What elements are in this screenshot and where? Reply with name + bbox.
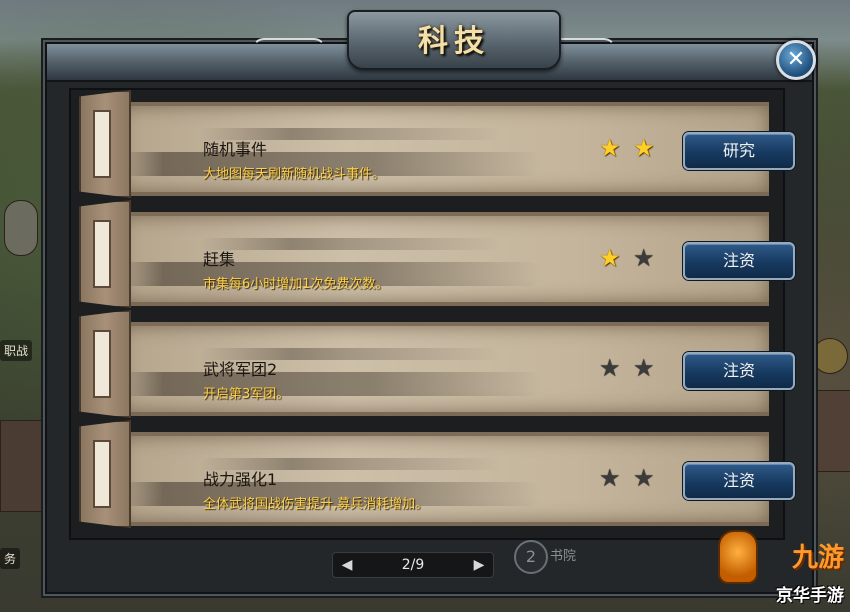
bg-roof-right (815, 390, 850, 472)
star-icon: ★ (633, 244, 655, 272)
tech-item-power: 战力强化1 全体武将国战伤害提升,募兵消耗增加。 ★ ★ 注资 (71, 420, 795, 528)
bg-label-left-bottom: 务 (0, 548, 21, 569)
invest-button[interactable]: 注资 (683, 462, 795, 500)
scroll-slot (93, 220, 111, 288)
scroll-tab (79, 420, 131, 528)
item-name: 随机事件 (203, 140, 268, 159)
star-icon: ★ (599, 244, 621, 272)
item-card: 赶集 市集每6小时增加1次免费次数。 ★ ★ 注资 (121, 212, 795, 306)
item-desc: 开启第3军团。 (203, 387, 290, 402)
item-card: 战力强化1 全体武将国战伤害提升,募兵消耗增加。 ★ ★ 注资 (121, 432, 795, 526)
prev-page-button[interactable]: ◀ (335, 553, 359, 577)
bg-label-left: 职战 (0, 340, 33, 361)
scroll-tab (79, 90, 131, 198)
star-icon: ★ (599, 134, 621, 162)
star-icon: ★ (633, 134, 655, 162)
close-button[interactable]: ✕ (776, 40, 816, 80)
item-card: 随机事件 大地图每天刷新随机战斗事件。 ★ ★ 研究 (121, 102, 795, 196)
tech-panel: 科技 ✕ 随机事件 大地图每天刷新随机战斗事件。 ★ ★ 研究 赶集 市集每6小… (45, 10, 816, 594)
ink-decor (201, 238, 501, 250)
item-name: 武将军团2 (203, 360, 278, 379)
scroll-slot (93, 110, 111, 178)
watermark-text: 京华手游 (776, 586, 844, 606)
page-title: 科技 (418, 24, 490, 59)
invest-button[interactable]: 注资 (683, 242, 795, 280)
scroll-slot (93, 440, 111, 508)
tech-item-random-event: 随机事件 大地图每天刷新随机战斗事件。 ★ ★ 研究 (71, 90, 795, 198)
pager: ◀ 2/9 ▶ (332, 552, 494, 578)
item-desc: 市集每6小时增加1次免费次数。 (203, 277, 389, 292)
panel-header: 科技 ✕ (47, 10, 816, 82)
shuyuan-label: 书院 (550, 549, 577, 564)
bg-roof-left (0, 420, 46, 512)
ornament-left (252, 38, 326, 66)
invest-button[interactable]: 注资 (683, 352, 795, 390)
star-icon: ★ (599, 354, 621, 382)
tech-item-market: 赶集 市集每6小时增加1次免费次数。 ★ ★ 注资 (71, 200, 795, 308)
scroll-tab (79, 310, 131, 418)
item-name: 战力强化1 (203, 470, 278, 489)
shuyuan-badge: 2 (514, 540, 548, 574)
tech-item-legion: 武将军团2 开启第3军团。 ★ ★ 注资 (71, 310, 795, 418)
next-page-button[interactable]: ▶ (467, 553, 491, 577)
bg-coin-right (812, 338, 848, 374)
star-icon: ★ (633, 464, 655, 492)
page-indicator: 2/9 (401, 557, 425, 573)
star-icon: ★ (633, 354, 655, 382)
scroll-tab (79, 200, 131, 308)
item-card: 武将军团2 开启第3军团。 ★ ★ 注资 (121, 322, 795, 416)
item-desc: 全体武将国战伤害提升,募兵消耗增加。 (203, 497, 429, 512)
scroll-slot (93, 330, 111, 398)
watermark-logo: 九游 (791, 543, 844, 573)
title-plate: 科技 (347, 10, 561, 70)
tech-list: 随机事件 大地图每天刷新随机战斗事件。 ★ ★ 研究 赶集 市集每6小时增加1次… (69, 88, 795, 540)
item-name: 赶集 (203, 250, 236, 269)
ink-decor (121, 372, 541, 396)
star-icon: ★ (599, 464, 621, 492)
item-desc: 大地图每天刷新随机战斗事件。 (203, 167, 386, 182)
research-button[interactable]: 研究 (683, 132, 795, 170)
bg-tower-left (4, 200, 38, 256)
